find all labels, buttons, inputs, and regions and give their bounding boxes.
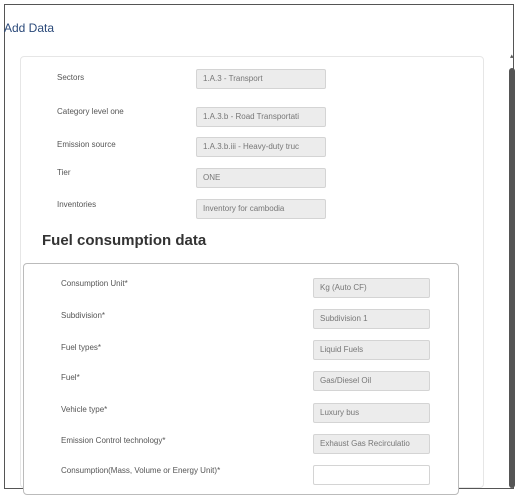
fuel-field[interactable]: Gas/Diesel Oil (313, 371, 430, 391)
fuel-types-field[interactable]: Liquid Fuels (313, 340, 430, 360)
category-level-one-field[interactable]: 1.A.3.b - Road Transportati (196, 107, 326, 127)
fuel-consumption-title: Fuel consumption data (42, 232, 207, 249)
fuel-label: Fuel* (61, 373, 80, 382)
inventories-label: Inventories (57, 200, 97, 209)
consumption-unit-field[interactable]: Kg (Auto CF) (313, 278, 430, 298)
tier-field[interactable]: ONE (196, 168, 326, 188)
sectors-label: Sectors (57, 73, 85, 82)
consumption-amount-label: Consumption(Mass, Volume or Energy Unit)… (61, 466, 221, 475)
fuel-types-label: Fuel types* (61, 343, 102, 352)
scroll-up-icon[interactable]: ▴ (510, 52, 514, 60)
consumption-amount-input[interactable] (313, 465, 430, 485)
page-title: Add Data (4, 21, 55, 35)
subdivision-field[interactable]: Subdivision 1 (313, 309, 430, 329)
sectors-field[interactable]: 1.A.3 - Transport (196, 69, 326, 89)
category-level-one-label: Category level one (57, 107, 124, 116)
emission-source-field[interactable]: 1.A.3.b.iii - Heavy-duty truc (196, 137, 326, 157)
emission-source-label: Emission source (57, 140, 116, 149)
vertical-scrollbar[interactable] (509, 68, 515, 488)
emission-control-label: Emission Control technology* (61, 436, 166, 445)
vehicle-type-label: Vehicle type* (61, 405, 108, 414)
emission-control-field[interactable]: Exhaust Gas Recirculatio (313, 434, 430, 454)
tier-label: Tier (57, 168, 71, 177)
consumption-unit-label: Consumption Unit* (61, 279, 128, 288)
scroll-down-icon[interactable]: ▾ (510, 478, 514, 486)
vehicle-type-field[interactable]: Luxury bus (313, 403, 430, 423)
subdivision-label: Subdivision* (61, 311, 106, 320)
inventories-field[interactable]: Inventory for cambodia (196, 199, 326, 219)
